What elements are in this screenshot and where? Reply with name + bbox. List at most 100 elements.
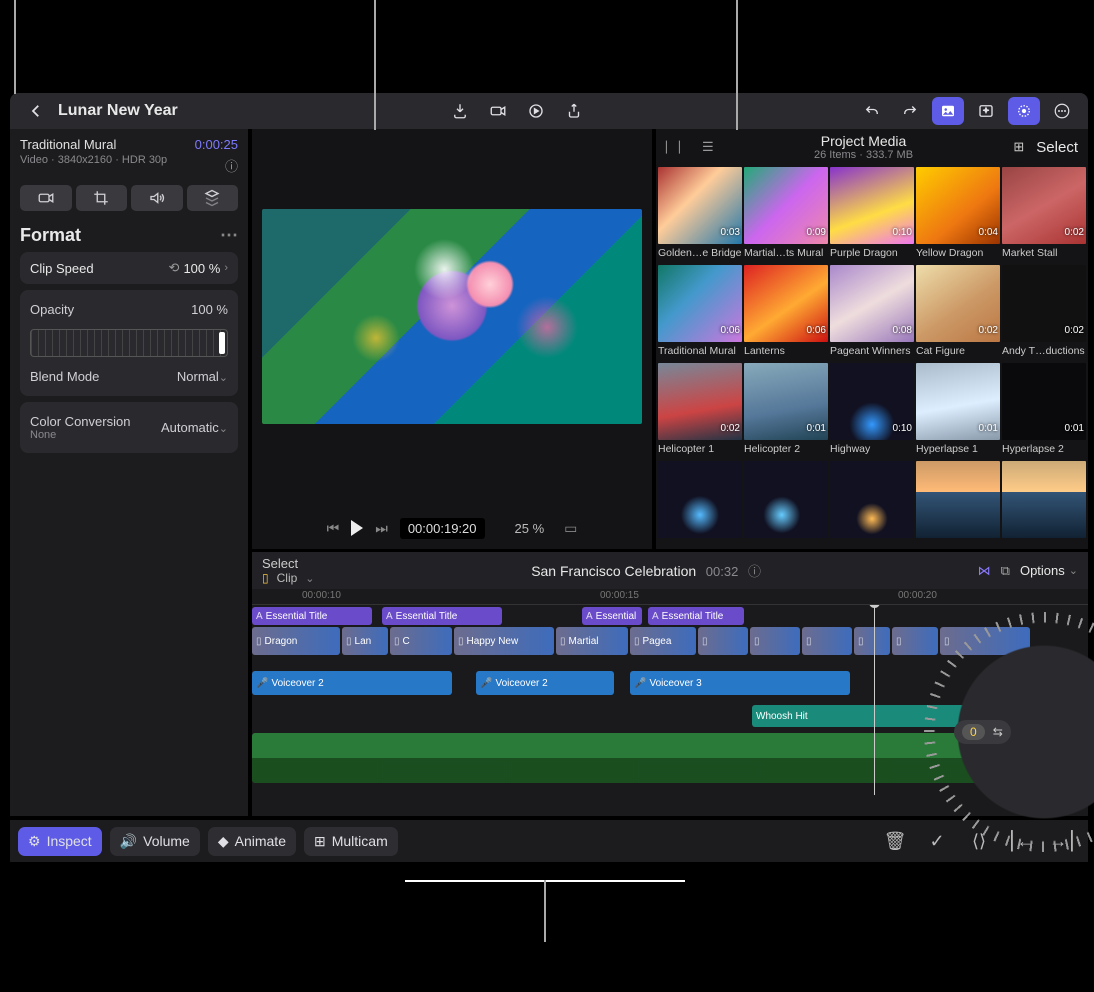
blend-mode-label: Blend Mode: [30, 369, 99, 384]
timeline-mode[interactable]: Clip: [277, 571, 298, 585]
viewer-timecode[interactable]: 00:00:19:20: [400, 518, 485, 539]
media-thumb[interactable]: 0:01Hyperlapse 2: [1002, 363, 1086, 440]
video-clip[interactable]: ▯: [892, 627, 938, 655]
multicam-button[interactable]: ⊞Multicam: [304, 827, 398, 856]
media-duration: 0:06: [807, 325, 826, 336]
undo-icon[interactable]: [856, 97, 888, 125]
share-icon[interactable]: [558, 97, 590, 125]
media-thumb[interactable]: 0:06Lanterns: [744, 265, 828, 342]
media-thumb[interactable]: 0:02Market Stall: [1002, 167, 1086, 244]
opacity-value[interactable]: 100 %: [191, 302, 228, 317]
media-thumb[interactable]: 0:02Cat Figure: [916, 265, 1000, 342]
viewer-display-options-icon[interactable]: ▭: [564, 520, 577, 537]
back-button[interactable]: [20, 97, 52, 125]
jog-toggle-icon[interactable]: [1008, 97, 1040, 125]
video-clip[interactable]: ▯C: [390, 627, 452, 655]
media-thumb[interactable]: 0:01Helicopter 2: [744, 363, 828, 440]
inspector-tab-crop[interactable]: [76, 185, 128, 211]
inspector-tab-audio[interactable]: [131, 185, 183, 211]
keyframe-icon: ◆: [218, 833, 229, 850]
timeline-options-button[interactable]: Options⌄: [1020, 563, 1078, 578]
voiceover-clip[interactable]: 🎤 Voiceover 2: [476, 671, 614, 695]
video-clip[interactable]: ▯Dragon: [252, 627, 340, 655]
media-thumb[interactable]: 0:01Hyperlapse 1: [916, 363, 1000, 440]
browser-filter-icon[interactable]: ☰: [702, 139, 714, 155]
timeline-select-button[interactable]: Select: [262, 556, 315, 571]
timeline-info-icon[interactable]: ⓘ: [748, 564, 761, 579]
media-thumb[interactable]: [916, 461, 1000, 538]
media-duration: 0:10: [893, 227, 912, 238]
color-conversion-label: Color Conversion: [30, 414, 130, 429]
video-clip[interactable]: ▯: [750, 627, 800, 655]
import-icon[interactable]: [444, 97, 476, 125]
video-clip[interactable]: ▯: [802, 627, 852, 655]
browser-toggle-icon[interactable]: [932, 97, 964, 125]
media-thumb[interactable]: 0:10Highway: [830, 363, 914, 440]
camera-icon[interactable]: [482, 97, 514, 125]
redo-icon[interactable]: [894, 97, 926, 125]
media-thumb[interactable]: [744, 461, 828, 538]
delete-icon[interactable]: 🗑: [878, 826, 912, 856]
volume-button[interactable]: 🔊Volume: [110, 827, 200, 856]
inspector-tab-video[interactable]: [20, 185, 72, 211]
animate-button[interactable]: ◆Animate: [208, 827, 296, 856]
media-thumb[interactable]: 0:08Pageant Winners: [830, 265, 914, 342]
video-clip[interactable]: ▯Martial: [556, 627, 628, 655]
video-clip[interactable]: ▯Happy New: [454, 627, 554, 655]
info-icon[interactable]: ⓘ: [195, 156, 238, 175]
title-clip[interactable]: A Essential Title: [382, 607, 502, 625]
media-browser: ⎸⎸ ☰ Project Media 26 Items · 333.7 MB ⊞…: [656, 129, 1088, 549]
timeline-tools-icon[interactable]: ⧉: [1001, 563, 1010, 579]
media-duration: 0:06: [721, 325, 740, 336]
title-clip[interactable]: A Essential Title: [252, 607, 372, 625]
inspector-section-title: Format: [20, 225, 81, 246]
enable-icon[interactable]: ✓: [920, 826, 954, 856]
inspector-clip-name: Traditional Mural: [20, 137, 167, 152]
media-thumb[interactable]: 0:04Yellow Dragon: [916, 167, 1000, 244]
playhead[interactable]: [874, 605, 875, 795]
transport-bar: ⏮ ⏭ 00:00:19:20 25 % ▭: [252, 513, 652, 543]
more-icon[interactable]: [1046, 97, 1078, 125]
clip-speed-row[interactable]: Clip Speed ⟲100 %›: [20, 252, 238, 284]
media-thumb[interactable]: 0:02Andy T…ductions: [1002, 265, 1086, 342]
media-thumb[interactable]: 0:06Traditional Mural: [658, 265, 742, 342]
video-clip[interactable]: ▯Pagea: [630, 627, 696, 655]
media-duration: 0:01: [807, 423, 826, 434]
magnetic-icon[interactable]: ⋈: [978, 563, 991, 579]
media-thumb[interactable]: 0:10Purple Dragon: [830, 167, 914, 244]
browser-sidebar-icon[interactable]: ⎸⎸: [666, 139, 692, 155]
title-clip[interactable]: A Essential: [582, 607, 642, 625]
blend-mode-value[interactable]: Normal: [177, 369, 219, 384]
video-clip[interactable]: ▯: [854, 627, 890, 655]
video-clip[interactable]: ▯: [698, 627, 748, 655]
media-thumb[interactable]: 0:02Helicopter 1: [658, 363, 742, 440]
jog-swap-icon[interactable]: ⇆: [993, 725, 1003, 739]
play-button[interactable]: [351, 520, 363, 536]
media-thumb[interactable]: 0:03Golden…e Bridge: [658, 167, 742, 244]
next-frame-button[interactable]: ⏭: [375, 520, 388, 537]
jog-wheel[interactable]: 0 ⇆ ✕: [934, 622, 1094, 842]
viewer-canvas[interactable]: [262, 209, 642, 424]
jog-value: 0: [962, 724, 985, 740]
viewer-zoom[interactable]: 25 %: [515, 521, 545, 536]
voiceover-clip[interactable]: 🎤 Voiceover 2: [252, 671, 452, 695]
video-clip[interactable]: ▯Lan: [342, 627, 388, 655]
voiceover-icon[interactable]: [520, 97, 552, 125]
title-clip[interactable]: A Essential Title: [648, 607, 744, 625]
media-label: Martial…ts Mural: [744, 247, 828, 259]
media-thumb[interactable]: [658, 461, 742, 538]
media-thumb[interactable]: 0:09Martial…ts Mural: [744, 167, 828, 244]
prev-frame-button[interactable]: ⏮: [327, 520, 340, 537]
inspector-tab-info[interactable]: [187, 185, 239, 211]
inspector-section-more-icon[interactable]: ⋯: [220, 225, 238, 246]
media-thumb[interactable]: [830, 461, 914, 538]
media-thumb[interactable]: [1002, 461, 1086, 538]
inspect-button[interactable]: ⚙Inspect: [18, 827, 102, 856]
voiceover-clip[interactable]: 🎤 Voiceover 3: [630, 671, 850, 695]
color-conversion-value[interactable]: Automatic: [161, 420, 219, 435]
opacity-slider[interactable]: [30, 329, 228, 357]
browser-select-button[interactable]: Select: [1036, 139, 1078, 156]
timeline-ruler[interactable]: 00:00:10 00:00:15 00:00:20: [252, 589, 1088, 605]
browser-layout-icon[interactable]: ⊞: [1013, 139, 1024, 155]
effects-toggle-icon[interactable]: [970, 97, 1002, 125]
